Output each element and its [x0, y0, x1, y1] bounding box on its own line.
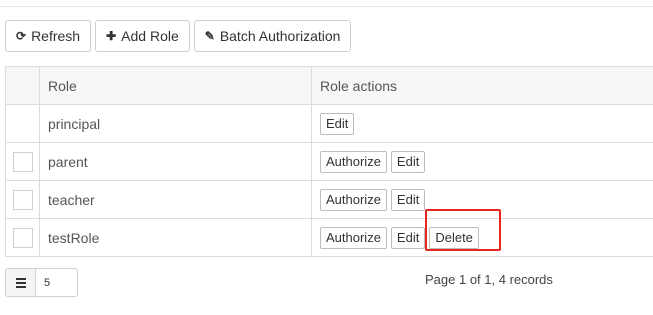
- edit-button[interactable]: Edit: [390, 188, 426, 211]
- add-role-label: Add Role: [121, 28, 179, 44]
- edit-button[interactable]: Edit: [390, 226, 426, 249]
- batch-authorization-button[interactable]: ✎ Batch Authorization: [193, 20, 352, 52]
- authorize-button[interactable]: Authorize: [320, 226, 387, 249]
- edit-button[interactable]: Edit: [390, 150, 426, 173]
- page-size-selector: 5: [5, 268, 78, 297]
- roles-table: Role Role actions principal Edit parent …: [5, 66, 653, 257]
- role-name: teacher: [40, 181, 312, 218]
- batch-authorization-label: Batch Authorization: [219, 28, 341, 44]
- pencil-icon: ✎: [204, 29, 215, 43]
- actions-cell: Authorize Edit: [312, 143, 653, 180]
- table-row: parent Authorize Edit: [5, 143, 653, 181]
- edit-button[interactable]: Edit: [320, 112, 355, 135]
- delete-button[interactable]: Delete: [429, 226, 479, 249]
- refresh-icon: ⟳: [16, 29, 27, 43]
- refresh-button[interactable]: ⟳ Refresh: [5, 20, 92, 52]
- actions-cell: Edit: [312, 105, 653, 142]
- actions-cell: Authorize Edit Delete: [312, 219, 653, 256]
- table-row: principal Edit: [5, 105, 653, 143]
- add-role-button[interactable]: ✚ Add Role: [95, 20, 190, 52]
- table-row: testRole Authorize Edit Delete: [5, 219, 653, 257]
- checkbox-cell: [5, 143, 40, 180]
- row-checkbox[interactable]: [12, 227, 33, 248]
- header-checkbox-cell: [5, 67, 40, 104]
- actions-cell: Authorize Edit: [312, 181, 653, 218]
- list-icon[interactable]: [5, 268, 35, 297]
- table-header: Role Role actions: [5, 67, 653, 105]
- role-name: testRole: [40, 219, 312, 256]
- refresh-label: Refresh: [31, 28, 81, 44]
- top-divider: [0, 6, 653, 7]
- checkbox-cell: [5, 105, 40, 142]
- toolbar: ⟳ Refresh ✚ Add Role ✎ Batch Authorizati…: [5, 20, 352, 52]
- row-checkbox[interactable]: [12, 151, 33, 172]
- row-checkbox[interactable]: [12, 189, 33, 210]
- authorize-button[interactable]: Authorize: [320, 188, 387, 211]
- header-role: Role: [40, 67, 312, 104]
- pagination-info: Page 1 of 1, 4 records: [425, 272, 553, 287]
- table-row: teacher Authorize Edit: [5, 181, 653, 219]
- header-role-actions: Role actions: [320, 77, 398, 94]
- authorize-button[interactable]: Authorize: [320, 150, 387, 173]
- page-size-value[interactable]: 5: [35, 268, 78, 297]
- checkbox-cell: [5, 219, 40, 256]
- role-name: principal: [40, 105, 312, 142]
- plus-icon: ✚: [106, 29, 117, 43]
- role-name: parent: [40, 143, 312, 180]
- checkbox-cell: [5, 181, 40, 218]
